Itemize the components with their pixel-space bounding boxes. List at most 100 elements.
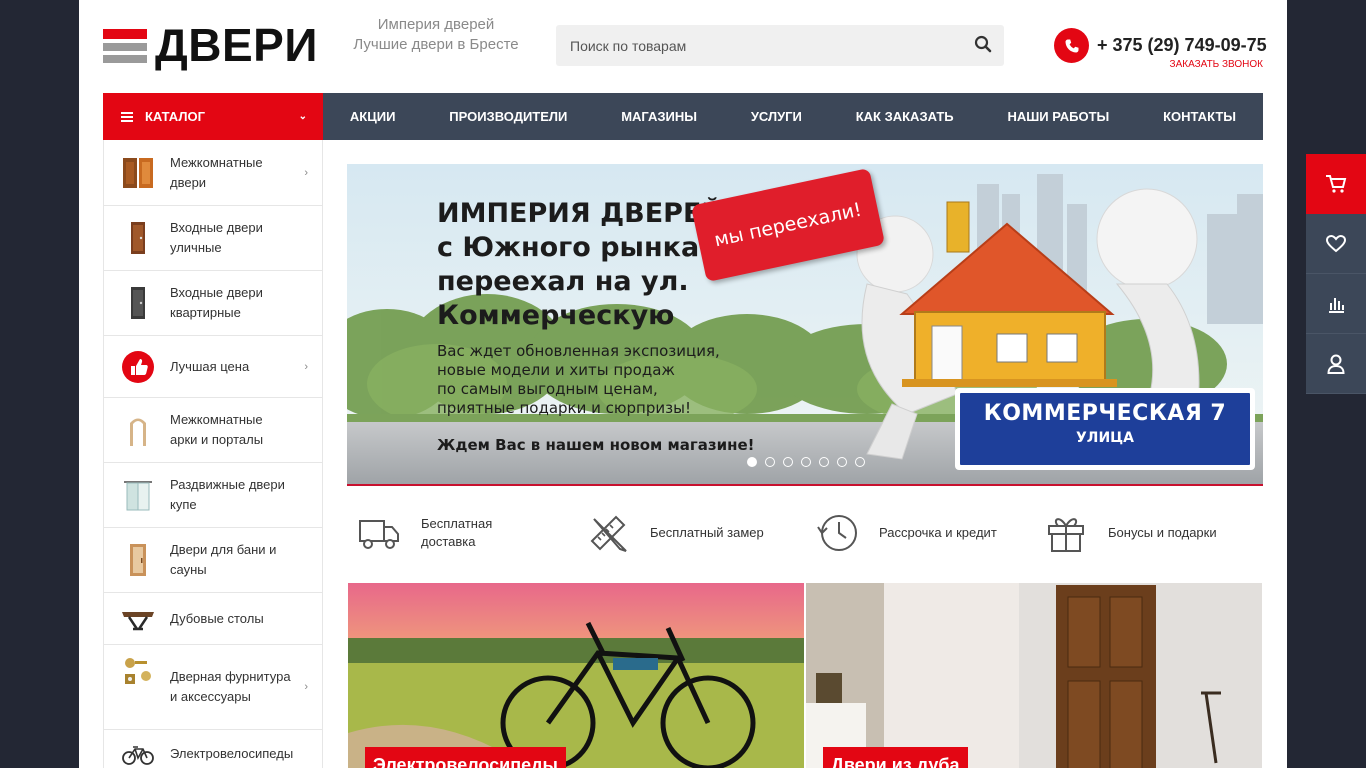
sidebar-item-label: Межкомнатные арки и порталы <box>170 412 264 447</box>
table-icon <box>121 602 155 636</box>
search-box <box>556 25 1004 66</box>
site-logo[interactable]: ДВЕРИ <box>103 22 318 68</box>
hardware-icon <box>121 654 155 688</box>
slider-dots <box>747 457 865 467</box>
sidebar-item-best-price[interactable]: Лучшая цена › <box>104 336 322 398</box>
logo-text: ДВЕРИ <box>155 19 318 71</box>
slider-dot-3[interactable] <box>783 457 793 467</box>
feature-credit: Рассрочка и кредит <box>805 505 1034 560</box>
slider-dot-7[interactable] <box>855 457 865 467</box>
slider-dot-1[interactable] <box>747 457 757 467</box>
features-row: Бесплатная доставка Бесплатный замер Рас… <box>347 505 1263 560</box>
cart-icon <box>1326 175 1347 193</box>
feature-label: Бонусы и подарки <box>1108 524 1217 540</box>
menu-icon <box>121 111 133 122</box>
sidebar-item-sliding-doors[interactable]: Раздвижные двери купе <box>104 463 322 528</box>
search-input[interactable] <box>556 25 956 66</box>
sidebar-item-interior-doors[interactable]: Межкомнатные двери › <box>104 140 322 206</box>
callback-link[interactable]: ЗАКАЗАТЬ ЗВОНОК <box>1170 59 1263 70</box>
street-sign: КОММЕРЧЕСКАЯ 7 УЛИЦА <box>955 388 1255 470</box>
feature-label: Бесплатная доставка <box>421 515 493 549</box>
search-button[interactable] <box>974 35 994 55</box>
search-icon <box>974 35 992 53</box>
sidebar-item-entrance-doors[interactable]: Входные двери уличные <box>104 206 322 271</box>
feature-label: Бесплатный замер <box>650 524 764 540</box>
nav-item-promotions[interactable]: АКЦИИ <box>350 109 396 124</box>
interior-door-icon <box>121 156 155 190</box>
sidebar-item-label: Входные двери уличные <box>170 220 263 255</box>
feature-label: Рассрочка и кредит <box>879 524 997 540</box>
gift-icon <box>1048 517 1084 552</box>
slider-dot-5[interactable] <box>819 457 829 467</box>
arch-icon <box>121 413 155 447</box>
heart-icon <box>1326 234 1346 252</box>
phone-number[interactable]: + 375 (29) 749-09-75 <box>1097 35 1267 56</box>
nav-item-manufacturers[interactable]: ПРОИЗВОДИТЕЛИ <box>449 109 567 124</box>
promo-label: Двери из дуба <box>823 747 968 768</box>
sidebar-item-label: Электровелосипеды <box>170 745 294 761</box>
slider-dot-4[interactable] <box>801 457 811 467</box>
street-name: КОММЕРЧЕСКАЯ 7 <box>983 401 1227 426</box>
feature-bonus: Бонусы и подарки <box>1034 505 1263 560</box>
sidebar-item-label: Входные двери квартирные <box>170 285 263 320</box>
promo-label: Электровелосипеды <box>365 747 566 768</box>
slider-dot-2[interactable] <box>765 457 775 467</box>
nav-item-services[interactable]: УСЛУГИ <box>751 109 802 124</box>
phone-icon[interactable] <box>1054 28 1089 63</box>
sidebar-item-sauna-doors[interactable]: Двери для бани и сауны <box>104 528 322 593</box>
promo-ebikes[interactable]: Электровелосипеды <box>348 583 804 768</box>
sidebar-item-label: Раздвижные двери купе <box>170 477 285 512</box>
tagline-line-2: Лучшие двери в Бресте <box>353 36 519 53</box>
entrance-door-icon <box>121 221 155 255</box>
chevron-right-icon: › <box>304 681 308 693</box>
nav-item-stores[interactable]: МАГАЗИНЫ <box>621 109 697 124</box>
sliding-door-icon <box>121 478 155 512</box>
catalog-button[interactable]: КАТАЛОГ ⌄ <box>103 93 323 140</box>
feature-delivery: Бесплатная доставка <box>347 505 576 560</box>
sidebar-item-arches[interactable]: Межкомнатные арки и порталы <box>104 398 322 463</box>
sauna-door-icon <box>121 543 155 577</box>
logo-mark <box>103 25 147 65</box>
ruler-pencil-icon <box>590 515 627 552</box>
sidebar-item-label: Дубовые столы <box>170 610 264 626</box>
slider-dot-6[interactable] <box>837 457 847 467</box>
nav-item-how-to-order[interactable]: КАК ЗАКАЗАТЬ <box>856 109 954 124</box>
sidebar-item-label: Дверная фурнитура и аксессуары <box>170 669 291 704</box>
truck-icon <box>359 519 399 549</box>
banner-cta: Ждем Вас в нашем новом магазине! <box>437 436 755 454</box>
sidebar-item-hardware[interactable]: Дверная фурнитура и аксессуары › <box>104 645 322 730</box>
user-icon <box>1327 354 1345 374</box>
account-button[interactable] <box>1306 334 1366 394</box>
nav-item-contacts[interactable]: КОНТАКТЫ <box>1163 109 1236 124</box>
banner-text: Вас ждет обновленная экспозиция, новые м… <box>437 342 720 417</box>
compare-icon <box>1329 297 1344 313</box>
floating-panel <box>1306 154 1366 394</box>
hero-banner[interactable]: ИМПЕРИЯ ДВЕРЕЙ с Южного рынка переехал н… <box>347 164 1263 486</box>
sidebar-item-apartment-doors[interactable]: Входные двери квартирные <box>104 271 322 336</box>
banner-title: ИМПЕРИЯ ДВЕРЕЙ с Южного рынка переехал н… <box>437 198 724 331</box>
apartment-door-icon <box>121 286 155 320</box>
sidebar-item-ebikes[interactable]: Электровелосипеды <box>104 730 322 768</box>
tagline-line-1: Империя дверей <box>377 16 495 33</box>
bicycle-icon <box>121 737 155 768</box>
sidebar-item-label: Двери для бани и сауны <box>170 542 277 577</box>
cart-button[interactable] <box>1306 154 1366 214</box>
street-sub: УЛИЦА <box>1076 430 1134 446</box>
nav-item-our-works[interactable]: НАШИ РАБОТЫ <box>1007 109 1109 124</box>
promo-oak-doors[interactable]: Двери из дуба <box>806 583 1262 768</box>
sidebar-item-label: Межкомнатные двери <box>170 154 263 190</box>
sidebar-item-oak-tables[interactable]: Дубовые столы <box>104 593 322 645</box>
ebike-photo <box>348 583 804 768</box>
catalog-sidebar: Межкомнатные двери › Входные двери уличн… <box>103 140 323 768</box>
compare-button[interactable] <box>1306 274 1366 334</box>
thumbs-up-icon <box>121 350 155 384</box>
catalog-label: КАТАЛОГ <box>145 109 205 124</box>
tagline: Империя дверей Лучшие двери в Бресте <box>341 15 531 55</box>
favorites-button[interactable] <box>1306 214 1366 274</box>
clock-icon <box>817 514 857 551</box>
page: ДВЕРИ Империя дверей Лучшие двери в Брес… <box>79 0 1287 768</box>
chevron-down-icon: ⌄ <box>298 111 307 122</box>
main-nav: КАТАЛОГ ⌄ АКЦИИ ПРОИЗВОДИТЕЛИ МАГАЗИНЫ У… <box>103 93 1263 140</box>
oak-door-photo <box>806 583 1262 768</box>
feature-measure: Бесплатный замер <box>576 505 805 560</box>
